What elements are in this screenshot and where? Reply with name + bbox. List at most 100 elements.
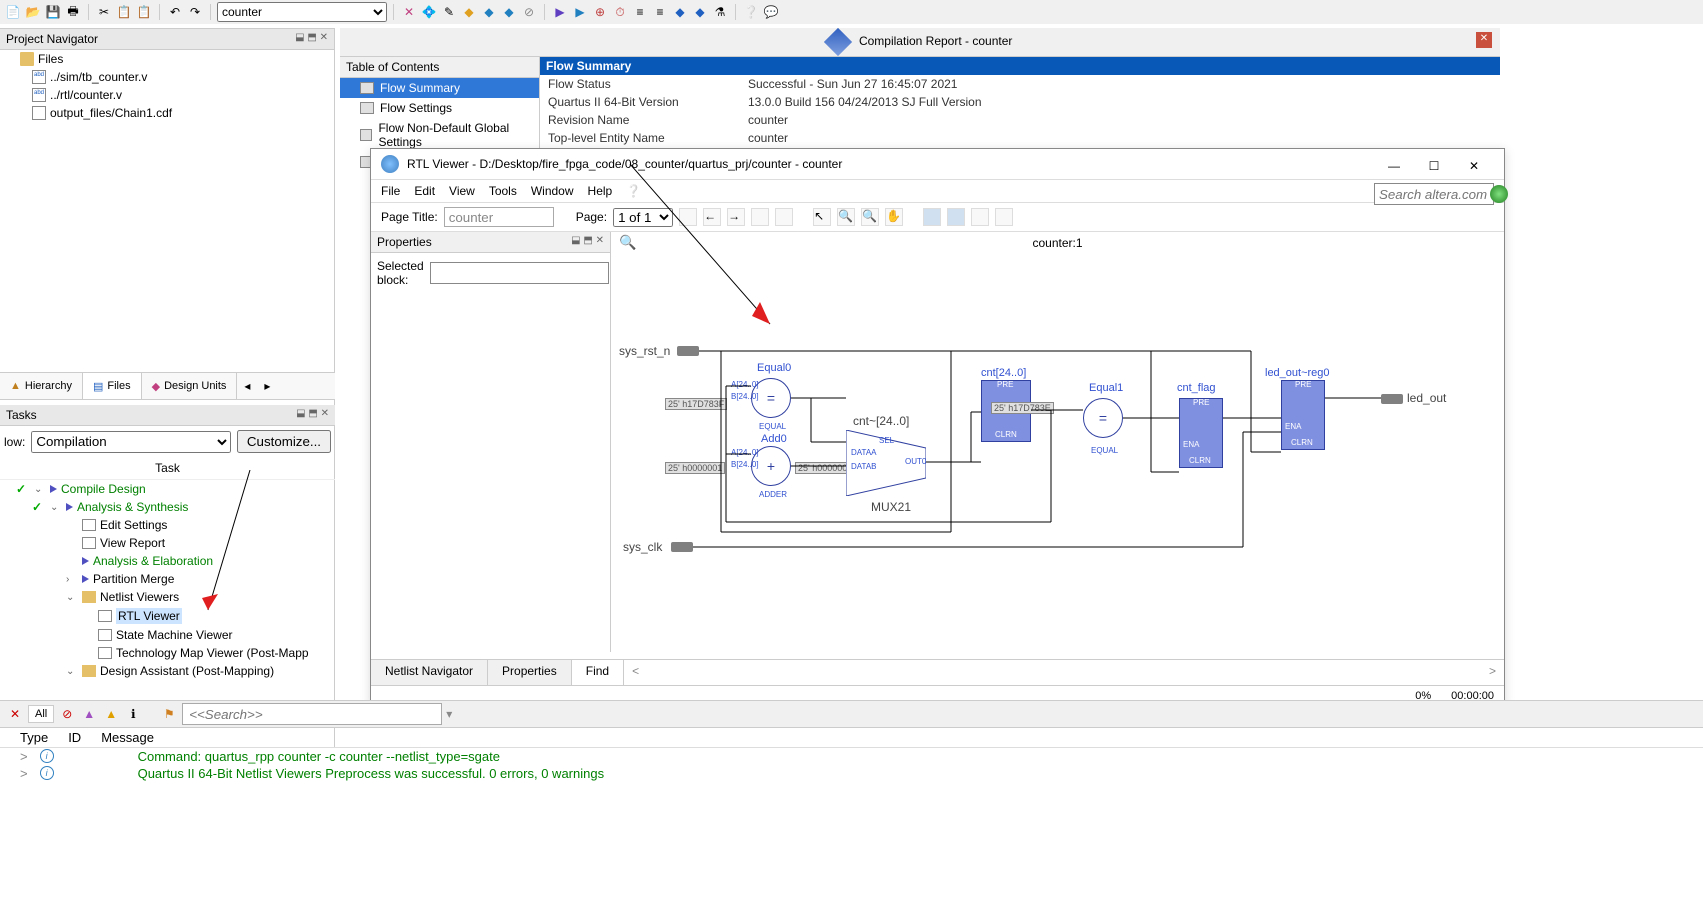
copy-icon[interactable]: 📋 (115, 3, 133, 21)
file-item[interactable]: output_files/Chain1.cdf (0, 104, 334, 122)
toolbar-icon[interactable] (923, 208, 941, 226)
task-item[interactable]: View Report (0, 534, 334, 552)
project-combo[interactable]: counter (217, 2, 387, 22)
zoom-out-icon[interactable]: 🔍 (861, 208, 879, 226)
tool-icon[interactable]: ⚗ (711, 3, 729, 21)
info-icon[interactable]: ℹ (124, 705, 142, 723)
message-row[interactable]: > i Command: quartus_rpp counter -c coun… (0, 748, 1703, 765)
zoom-in-icon[interactable]: 🔍 (837, 208, 855, 226)
task-item[interactable]: Edit Settings (0, 516, 334, 534)
help-icon[interactable]: ❔ (742, 3, 760, 21)
open-icon[interactable]: 📂 (24, 3, 42, 21)
dropdown-icon[interactable]: ▾ (446, 707, 452, 721)
tool-icon[interactable]: ◆ (500, 3, 518, 21)
minimize-button[interactable]: — (1374, 153, 1414, 181)
rtl-viewer-window[interactable]: RTL Viewer - D:/Desktop/fire_fpga_code/0… (370, 148, 1505, 706)
maximize-button[interactable]: ☐ (1414, 153, 1454, 181)
expand-icon[interactable]: ⌄ (66, 592, 78, 603)
task-item[interactable]: Analysis & Elaboration (0, 552, 334, 570)
expand-icon[interactable]: › (66, 574, 78, 585)
selected-block-input[interactable] (430, 262, 609, 284)
play-icon[interactable]: ▶ (551, 3, 569, 21)
task-item[interactable]: RTL Viewer (0, 606, 334, 626)
toolbar-icon[interactable] (679, 208, 697, 226)
tab-files[interactable]: ▤Files (83, 373, 142, 399)
close-button[interactable]: ✕ (1454, 153, 1494, 181)
messages-search[interactable] (182, 703, 442, 725)
task-item[interactable]: Technology Map Viewer (Post-Mapp (0, 644, 334, 662)
redo-icon[interactable]: ↷ (186, 3, 204, 21)
tool-icon[interactable]: ⊕ (591, 3, 609, 21)
toolbar-icon[interactable] (971, 208, 989, 226)
tab-find[interactable]: Find (572, 660, 624, 685)
back-icon[interactable]: ← (703, 208, 721, 226)
flow-select[interactable]: Compilation (31, 431, 231, 453)
stop-icon[interactable]: ⊘ (520, 3, 538, 21)
tool-icon[interactable]: ≡ (651, 3, 669, 21)
scroll-left-icon[interactable]: < (624, 660, 647, 685)
comparator-block[interactable]: = (1083, 398, 1123, 438)
schematic-canvas[interactable]: 🔍 counter:1 sys_rst_n sys_clk led_out Eq… (611, 232, 1504, 652)
page-select[interactable]: 1 of 1 (613, 208, 673, 227)
expand-icon[interactable]: ⌄ (66, 666, 78, 677)
warning-icon[interactable]: ▲ (102, 705, 120, 723)
all-button[interactable]: All (28, 705, 54, 723)
tool-icon[interactable]: 💬 (762, 3, 780, 21)
tab-properties[interactable]: Properties (488, 660, 572, 685)
critical-warning-icon[interactable]: ▲ (80, 705, 98, 723)
menu-tools[interactable]: Tools (489, 184, 517, 198)
toolbar-icon[interactable] (751, 208, 769, 226)
tab-design-units[interactable]: ◆Design Units (142, 373, 238, 399)
toolbar-icon[interactable] (775, 208, 793, 226)
files-root[interactable]: Files (0, 50, 334, 68)
menu-view[interactable]: View (449, 184, 475, 198)
page-title-input[interactable] (444, 207, 554, 227)
tool-icon[interactable]: ◆ (480, 3, 498, 21)
clock-icon[interactable]: ⏱ (611, 3, 629, 21)
tool-icon[interactable]: ◆ (671, 3, 689, 21)
filter-icon[interactable]: ✕ (6, 705, 24, 723)
message-row[interactable]: > i Quartus II 64-Bit Netlist Viewers Pr… (0, 765, 1703, 782)
tool-icon[interactable]: ≡ (631, 3, 649, 21)
print-icon[interactable]: 🖶 (64, 3, 82, 21)
save-icon[interactable]: 💾 (44, 3, 62, 21)
task-tree[interactable]: ✓⌄Compile Design✓⌄Analysis & SynthesisEd… (0, 480, 335, 680)
expand-icon[interactable]: ⌄ (50, 502, 62, 513)
tab-scroll-left[interactable]: ◂ (237, 373, 257, 399)
customize-button[interactable]: Customize... (237, 430, 331, 453)
toolbar-icon[interactable] (947, 208, 965, 226)
menu-window[interactable]: Window (531, 184, 574, 198)
paste-icon[interactable]: 📋 (135, 3, 153, 21)
file-item[interactable]: ../sim/tb_counter.v (0, 68, 334, 86)
undo-icon[interactable]: ↶ (166, 3, 184, 21)
expand-icon[interactable]: ⌄ (34, 484, 46, 495)
tab-netlist-navigator[interactable]: Netlist Navigator (371, 660, 488, 685)
task-item[interactable]: ⌄Design Assistant (Post-Mapping) (0, 662, 334, 680)
new-icon[interactable]: 📄 (4, 3, 22, 21)
forward-icon[interactable]: → (727, 208, 745, 226)
task-item[interactable]: ⌄Netlist Viewers (0, 588, 334, 606)
toc-flow-settings[interactable]: Flow Settings (340, 98, 539, 118)
file-item[interactable]: ../rtl/counter.v (0, 86, 334, 104)
tool-icon[interactable]: 💠 (420, 3, 438, 21)
task-item[interactable]: State Machine Viewer (0, 626, 334, 644)
menu-file[interactable]: File (381, 184, 400, 198)
task-item[interactable]: ✓⌄Analysis & Synthesis (0, 498, 334, 516)
tool-icon[interactable]: ▶ (571, 3, 589, 21)
tool-icon[interactable]: ✕ (400, 3, 418, 21)
toc-flow-nondefault[interactable]: Flow Non-Default Global Settings (340, 118, 539, 152)
tab-hierarchy[interactable]: ▲Hierarchy (0, 373, 83, 399)
help-icon[interactable]: ❔ (626, 184, 641, 198)
toolbar-icon[interactable] (995, 208, 1013, 226)
flag-icon[interactable]: ⚑ (160, 705, 178, 723)
pointer-icon[interactable]: ↖ (813, 208, 831, 226)
close-icon[interactable]: ✕ (1476, 32, 1492, 48)
globe-icon[interactable] (1490, 185, 1508, 203)
error-icon[interactable]: ⊘ (58, 705, 76, 723)
task-item[interactable]: ›Partition Merge (0, 570, 334, 588)
panel-controls[interactable]: ⬓ ⬒ ✕ (295, 32, 328, 46)
task-item[interactable]: ✓⌄Compile Design (0, 480, 334, 498)
menu-edit[interactable]: Edit (414, 184, 435, 198)
hand-icon[interactable]: ✋ (885, 208, 903, 226)
search-altera-input[interactable] (1374, 183, 1494, 205)
